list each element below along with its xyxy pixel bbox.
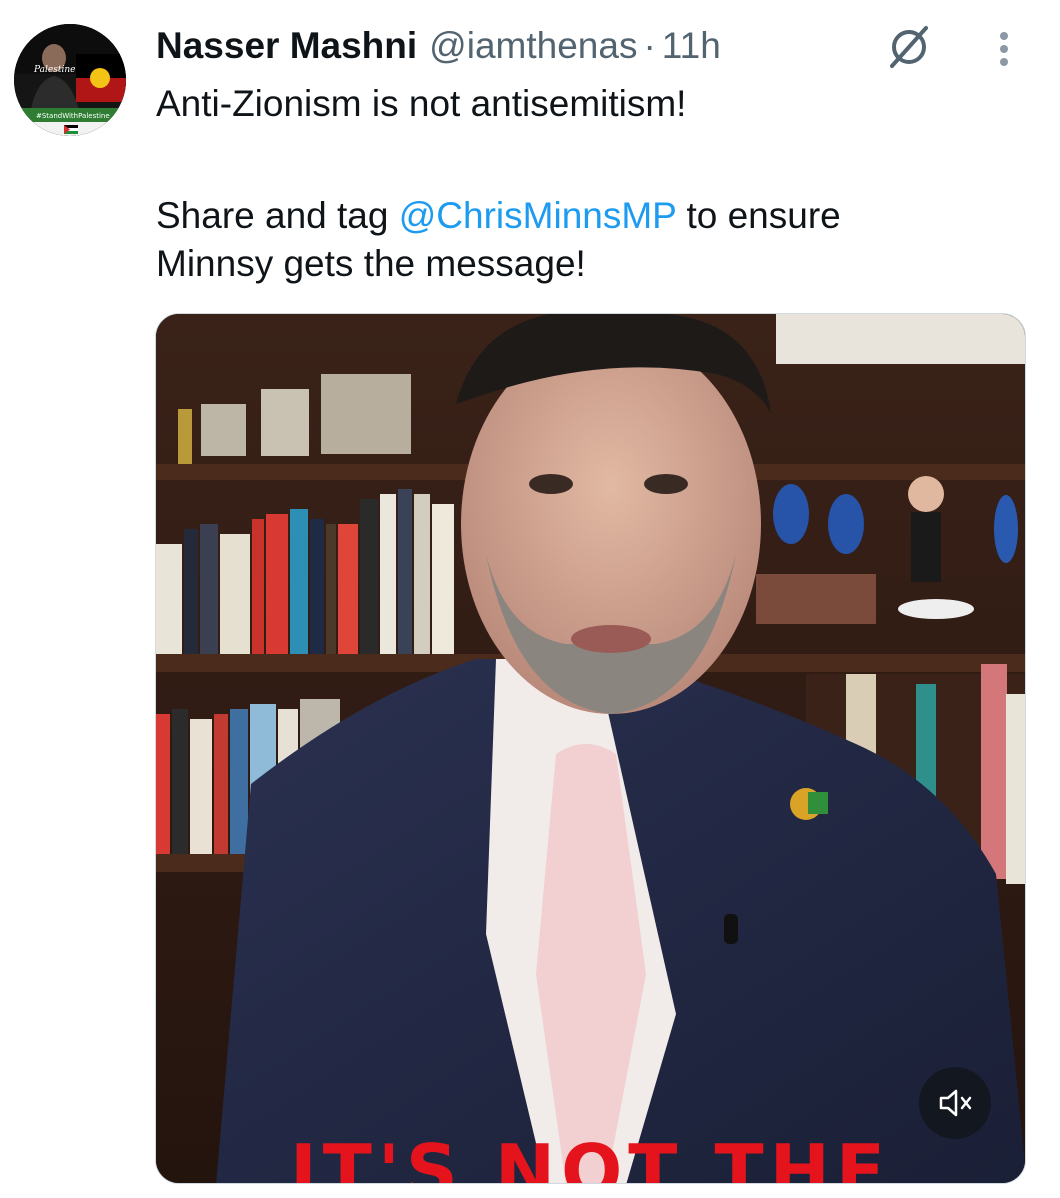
more-options-icon[interactable]: [984, 24, 1024, 74]
tweet-text-segment: to ensure: [676, 195, 841, 236]
display-name[interactable]: Nasser Mashni: [156, 24, 417, 68]
mute-toggle-button[interactable]: [919, 1067, 991, 1139]
user-handle[interactable]: @iamthenas: [429, 24, 637, 68]
tweet-line-1: Anti-Zionism is not antisemitism!: [156, 83, 687, 124]
video-frame: [156, 314, 1025, 1183]
video-player[interactable]: IT'S NOT THE: [155, 313, 1026, 1184]
tweet-line-3: Minnsy gets the message!: [156, 243, 586, 284]
grok-icon[interactable]: [884, 22, 934, 72]
volume-muted-icon: [939, 1089, 972, 1117]
tweet-text: Anti-Zionism is not antisemitism! Share …: [156, 80, 1036, 288]
timestamp[interactable]: 11h: [662, 24, 721, 68]
avatar[interactable]: Palestine #StandWithPalestine: [14, 24, 126, 136]
separator-dot: ·: [643, 25, 656, 66]
tweet-header: Nasser Mashni @iamthenas · 11h: [156, 24, 721, 68]
tweet-text-segment: Share and tag: [156, 195, 399, 236]
avatar-banner-text: #StandWithPalestine: [36, 112, 110, 120]
mention-link[interactable]: @ChrisMinnsMP: [399, 195, 676, 236]
tweet: Palestine #StandWithPalestine Nasser Mas…: [0, 0, 1060, 1198]
svg-text:Palestine: Palestine: [33, 65, 75, 75]
tweet-line-2: Share and tag @ChrisMinnsMP to ensure: [156, 192, 1036, 240]
video-caption: IT'S NOT THE: [289, 1129, 892, 1184]
